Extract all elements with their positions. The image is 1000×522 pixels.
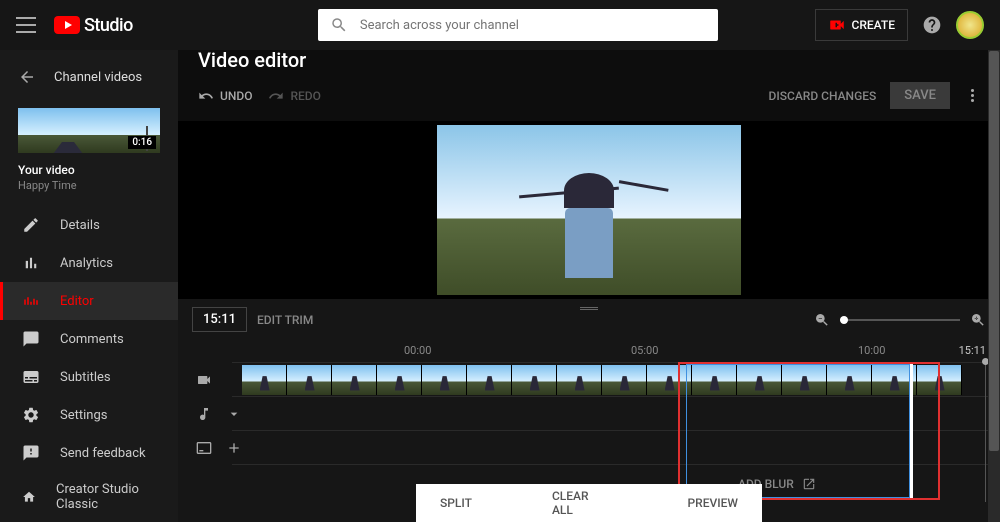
clip[interactable]: [647, 365, 692, 395]
ruler-end: 15:11: [959, 344, 986, 358]
clip[interactable]: [332, 365, 377, 395]
logo-text: Studio: [84, 15, 133, 36]
clip[interactable]: [377, 365, 422, 395]
clip[interactable]: [602, 365, 647, 395]
discard-button[interactable]: DISCARD CHANGES: [768, 89, 876, 103]
video-track[interactable]: [232, 362, 1000, 396]
clip[interactable]: [917, 365, 962, 395]
clip[interactable]: [512, 365, 557, 395]
clip[interactable]: [242, 365, 287, 395]
nav-analytics[interactable]: Analytics: [0, 244, 178, 282]
nav-details[interactable]: Details: [0, 206, 178, 244]
endscreen-track[interactable]: [232, 430, 1000, 464]
comments-icon: [22, 330, 40, 348]
search-icon: [330, 16, 348, 34]
nav-editor[interactable]: Editor: [0, 282, 178, 320]
feedback-icon: [22, 444, 40, 462]
gear-icon: [22, 406, 40, 424]
zoom-out-icon[interactable]: [814, 312, 830, 328]
video-track-icon: [192, 372, 216, 388]
ruler-mark: 00:00: [404, 344, 431, 357]
clip[interactable]: [422, 365, 467, 395]
redo-button[interactable]: REDO: [268, 88, 320, 104]
avatar[interactable]: [956, 11, 984, 39]
video-thumbnail[interactable]: 0:16: [18, 108, 160, 153]
ruler-mark: 05:00: [631, 344, 658, 357]
zoom-in-icon[interactable]: [970, 312, 986, 328]
editor-icon: [22, 292, 40, 310]
edit-trim-label: EDIT TRIM: [257, 313, 313, 327]
nav-subtitles[interactable]: Subtitles: [0, 358, 178, 396]
classic-icon: [22, 488, 36, 506]
zoom-slider[interactable]: [840, 319, 960, 321]
thumb-duration: 0:16: [128, 136, 156, 149]
your-video-label: Your video: [18, 163, 160, 177]
audio-track[interactable]: [232, 396, 1000, 430]
search-input[interactable]: [360, 18, 706, 33]
analytics-icon: [22, 254, 40, 272]
clip[interactable]: [782, 365, 827, 395]
clip[interactable]: [692, 365, 737, 395]
sidebar: Channel videos 0:16 Your video Happy Tim…: [0, 50, 178, 522]
trim-handle[interactable]: [910, 364, 913, 498]
scrollbar[interactable]: [988, 50, 1000, 522]
preview-button[interactable]: PREVIEW: [688, 496, 738, 510]
nav-settings[interactable]: Settings: [0, 396, 178, 434]
drag-handle-icon[interactable]: [580, 307, 598, 310]
page-title: Video editor: [198, 48, 980, 72]
nav-comments[interactable]: Comments: [0, 320, 178, 358]
clip[interactable]: [467, 365, 512, 395]
clip[interactable]: [287, 365, 332, 395]
clip[interactable]: [827, 365, 872, 395]
more-icon[interactable]: [964, 88, 980, 104]
timecode[interactable]: 15:11: [192, 307, 247, 332]
pencil-icon: [22, 216, 40, 234]
tracks: ADD BLUR: [178, 362, 1000, 498]
open-icon: [802, 477, 816, 491]
app-header: Studio CREATE: [0, 0, 1000, 50]
create-icon: [828, 16, 846, 34]
back-channel-videos[interactable]: Channel videos: [0, 60, 178, 94]
main-editor: Video editor UNDO REDO DISCARD CHANGES S…: [178, 50, 1000, 522]
logo[interactable]: Studio: [54, 15, 133, 36]
undo-button[interactable]: UNDO: [198, 88, 252, 104]
undo-icon: [198, 88, 214, 104]
create-button[interactable]: CREATE: [815, 9, 908, 41]
split-button[interactable]: SPLIT: [440, 496, 472, 510]
subtitles-icon: [22, 368, 40, 386]
timeline-ruler[interactable]: 00:00 05:00 10:00 15:11: [178, 340, 1000, 362]
endscreen-icon: [192, 440, 216, 456]
nav-classic[interactable]: Creator Studio Classic: [0, 472, 178, 522]
help-icon[interactable]: [922, 15, 942, 35]
clip[interactable]: [557, 365, 602, 395]
video-preview[interactable]: [437, 125, 741, 295]
search-box[interactable]: [318, 9, 718, 41]
bottom-toolbar: SPLIT CLEAR ALL PREVIEW: [416, 484, 762, 522]
save-button[interactable]: SAVE: [890, 82, 950, 109]
back-arrow-icon: [18, 68, 36, 86]
clear-all-button[interactable]: CLEAR ALL: [552, 489, 608, 517]
ruler-mark: 10:00: [858, 344, 885, 357]
menu-icon[interactable]: [16, 15, 36, 35]
redo-icon: [268, 88, 284, 104]
video-title: Happy Time: [18, 179, 160, 192]
nav-feedback[interactable]: Send feedback: [0, 434, 178, 472]
preview-area: [178, 121, 1000, 299]
music-icon: [192, 406, 216, 422]
youtube-icon: [54, 16, 80, 34]
clip[interactable]: [737, 365, 782, 395]
